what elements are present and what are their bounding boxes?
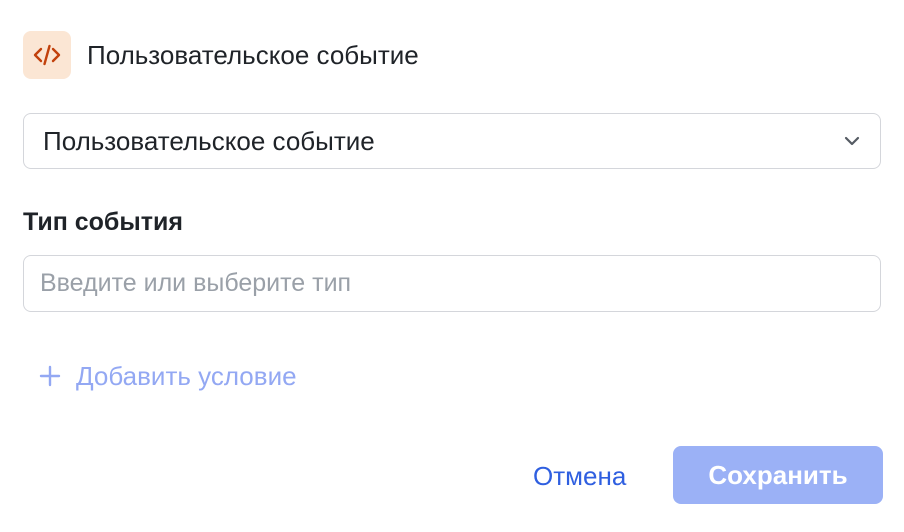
cancel-button[interactable]: Отмена bbox=[520, 448, 639, 504]
add-condition-label: Добавить условие bbox=[76, 360, 297, 391]
dialog-title: Пользовательское событие bbox=[87, 39, 419, 70]
event-type-label: Тип события bbox=[23, 208, 183, 236]
event-select[interactable]: Пользовательское событие bbox=[23, 113, 881, 169]
add-condition-button[interactable]: Добавить условие bbox=[38, 358, 297, 394]
plus-icon bbox=[38, 364, 62, 388]
event-type-input[interactable] bbox=[23, 255, 881, 312]
code-icon bbox=[23, 31, 71, 79]
dialog-header: Пользовательское событие bbox=[23, 31, 419, 79]
chevron-down-icon bbox=[842, 131, 862, 151]
save-button[interactable]: Сохранить bbox=[673, 446, 883, 504]
event-select-value: Пользовательское событие bbox=[43, 125, 375, 156]
